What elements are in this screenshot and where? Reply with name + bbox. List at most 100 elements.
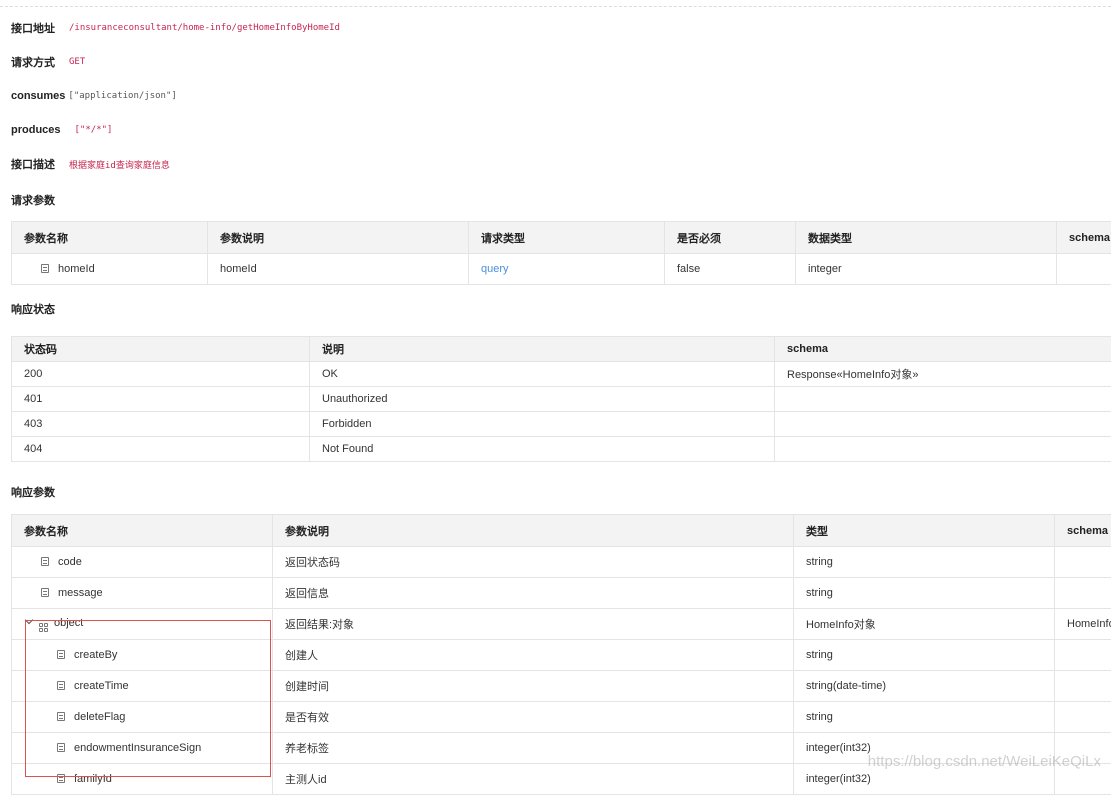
api-method-label: 请求方式 (11, 54, 55, 70)
response-status-header: 状态码 说明 schema (12, 337, 1111, 362)
document-icon (41, 264, 49, 273)
field-type: HomeInfo对象 (794, 609, 1055, 640)
col-header: 是否必须 (665, 222, 796, 254)
request-params-table: 参数名称 参数说明 请求类型 是否必须 数据类型 schema homeId h… (11, 221, 1111, 285)
field-name: object (54, 617, 83, 629)
field-name: code (58, 556, 82, 568)
col-header: 请求类型 (469, 222, 665, 254)
status-schema (775, 387, 1111, 412)
api-desc-row: 接口描述 根据家庭id查询家庭信息 (11, 156, 170, 172)
field-name: familyId (74, 773, 112, 785)
col-header: schema (775, 337, 1111, 362)
status-code: 404 (12, 437, 310, 462)
response-status-table: 状态码 说明 schema 200 OK Response«HomeInfo对象… (11, 336, 1111, 462)
api-address-value: /insuranceconsultant/home-info/getHomeIn… (69, 23, 340, 33)
field-desc: 养老标签 (273, 733, 794, 764)
status-desc: OK (310, 362, 775, 387)
param-name: homeId (58, 263, 95, 275)
watermark-text: https://blog.csdn.net/WeiLeiKeQiLx (868, 753, 1101, 770)
col-header: 参数名称 (12, 515, 273, 547)
table-row: 200 OK Response«HomeInfo对象» (12, 362, 1111, 387)
param-desc: homeId (208, 254, 469, 285)
table-row: homeId homeId query false integer (12, 254, 1111, 285)
api-produces-label: produces (11, 124, 61, 136)
field-name: createBy (74, 649, 117, 661)
field-desc: 返回结果:对象 (273, 609, 794, 640)
api-produces-value: ["*/*"] (75, 125, 113, 135)
field-desc: 主测人id (273, 764, 794, 795)
table-row: message 返回信息 string (12, 578, 1111, 609)
object-icon (39, 623, 48, 632)
col-header: 参数说明 (208, 222, 469, 254)
param-schema (1057, 254, 1111, 285)
field-schema (1055, 702, 1111, 733)
field-name: deleteFlag (74, 711, 125, 723)
status-code: 200 (12, 362, 310, 387)
response-params-title: 响应参数 (11, 484, 55, 500)
col-header: 参数说明 (273, 515, 794, 547)
table-row: code 返回状态码 string (12, 547, 1111, 578)
table-row: deleteFlag 是否有效 string (12, 702, 1111, 733)
table-row: 404 Not Found (12, 437, 1111, 462)
api-method-row: 请求方式 GET (11, 54, 85, 70)
request-params-header: 参数名称 参数说明 请求类型 是否必须 数据类型 schema (12, 222, 1111, 254)
response-params-header: 参数名称 参数说明 类型 schema (12, 515, 1111, 547)
col-header: 说明 (310, 337, 775, 362)
col-header: 状态码 (12, 337, 310, 362)
field-desc: 返回状态码 (273, 547, 794, 578)
api-desc-label: 接口描述 (11, 156, 55, 172)
document-icon (57, 681, 65, 690)
api-consumes-value: ["application/json"] (68, 91, 176, 101)
field-type: string (794, 702, 1055, 733)
status-desc: Unauthorized (310, 387, 775, 412)
field-schema (1055, 671, 1111, 702)
status-desc: Forbidden (310, 412, 775, 437)
param-in-link[interactable]: query (481, 263, 509, 275)
document-icon (41, 588, 49, 597)
field-type: string (794, 640, 1055, 671)
document-icon (41, 557, 49, 566)
field-type: string (794, 547, 1055, 578)
table-row: 403 Forbidden (12, 412, 1111, 437)
field-desc: 创建时间 (273, 671, 794, 702)
field-schema: HomeInfo (1055, 609, 1111, 640)
status-desc: Not Found (310, 437, 775, 462)
top-divider (0, 6, 1111, 7)
param-in: query (469, 254, 665, 285)
chevron-down-icon[interactable] (25, 615, 33, 623)
table-row-expandable[interactable]: object 返回结果:对象 HomeInfo对象 HomeInfo (12, 609, 1111, 640)
api-consumes-row: consumes ["application/json"] (11, 88, 177, 104)
api-desc-value: 根据家庭id查询家庭信息 (69, 158, 170, 171)
response-status-title: 响应状态 (11, 301, 55, 317)
field-type: string(date-time) (794, 671, 1055, 702)
col-header: schema (1057, 222, 1111, 254)
status-code: 401 (12, 387, 310, 412)
api-address-label: 接口地址 (11, 20, 55, 36)
param-required: false (665, 254, 796, 285)
document-icon (57, 743, 65, 752)
status-code: 403 (12, 412, 310, 437)
field-desc: 返回信息 (273, 578, 794, 609)
col-header: 类型 (794, 515, 1055, 547)
api-method-value: GET (69, 57, 85, 67)
table-row: createTime 创建时间 string(date-time) (12, 671, 1111, 702)
field-schema (1055, 547, 1111, 578)
field-schema (1055, 578, 1111, 609)
field-desc: 创建人 (273, 640, 794, 671)
field-type: string (794, 578, 1055, 609)
table-row: createBy 创建人 string (12, 640, 1111, 671)
param-type: integer (796, 254, 1057, 285)
table-row: 401 Unauthorized (12, 387, 1111, 412)
document-icon (57, 712, 65, 721)
field-desc: 是否有效 (273, 702, 794, 733)
status-schema (775, 412, 1111, 437)
request-params-title: 请求参数 (11, 192, 55, 208)
api-produces-row: produces ["*/*"] (11, 122, 112, 138)
field-name: endowmentInsuranceSign (74, 742, 201, 754)
field-name: message (58, 587, 103, 599)
status-schema: Response«HomeInfo对象» (775, 362, 1111, 387)
status-schema (775, 437, 1111, 462)
col-header: 数据类型 (796, 222, 1057, 254)
col-header: schema (1055, 515, 1111, 547)
document-icon (57, 650, 65, 659)
